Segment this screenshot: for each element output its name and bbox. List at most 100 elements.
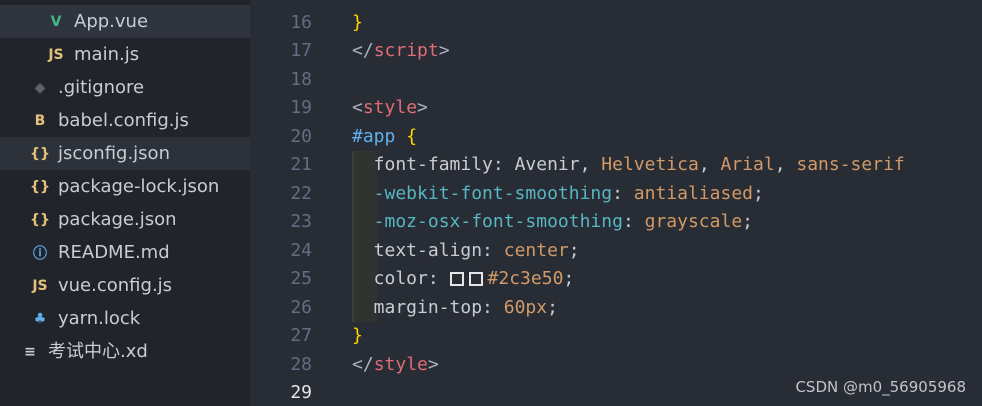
code-line: </style> [352,351,439,379]
file-name: package.json [58,209,177,230]
code-token: -webkit-font-smoothing [352,183,613,204]
file-item[interactable]: JS main.js [0,38,250,71]
file-item[interactable]: V App.vue [0,5,250,38]
file-name: README.md [58,242,170,263]
file-item[interactable]: ♣ yarn.lock [0,302,250,335]
line-number: 22 [290,183,312,204]
code-token: Helvetica [601,154,699,175]
file-item[interactable]: JS vue.config.js [0,269,250,302]
vue-icon: V [50,13,62,30]
code-token: , [698,154,721,175]
line-number-gutter: 16 17 18 19 20 21 22 23 24 25 26 27 28 29 [250,0,320,406]
code-token: Arial [720,154,775,175]
file-item[interactable]: {} package.json [0,203,250,236]
code-token: #app [352,126,396,147]
code-token: ; [547,297,558,318]
file-name: vue.config.js [58,275,173,296]
code-token: </ [352,40,374,61]
file-lines-icon: ≡ [24,343,36,360]
explorer-sidebar: V App.vue JS main.js ◆ .gitignore Bbabel.confi… [0,0,250,406]
code-token: sans-serif [796,154,905,175]
javascript-icon: JS [32,277,48,294]
watermark: CSDN @m0_56905968 [795,378,966,396]
code-token: </ [352,354,374,375]
babel-icon: B [34,112,46,129]
file-item[interactable]: {} package-lock.json [0,170,250,203]
file-item[interactable]: ⓘ README.md [0,236,250,269]
line-number: 18 [290,69,312,90]
file-name: .gitignore [58,77,145,98]
file-name: package-lock.json [58,176,220,197]
code-token: #2c3e50 [487,268,564,289]
code-token: grayscale [644,211,743,232]
json-icon: {} [30,211,50,228]
json-icon: {} [30,145,50,162]
code-token: > [438,40,450,61]
line-number: 17 [290,40,312,61]
javascript-icon: JS [48,46,64,63]
line-number: 16 [290,12,312,33]
code-token: antialiased [633,183,753,204]
code-line: -webkit-font-smoothing: antialiased; [352,180,764,208]
code-token: ; [563,268,575,289]
line-number: 23 [290,211,312,232]
code-token: margin-top [352,297,483,318]
line-number: 19 [290,97,312,118]
code-token: -moz-osx-font-smoothing [352,211,623,232]
line-number: 21 [290,154,312,175]
code-line: #app { [352,123,417,151]
code-line: } [352,322,363,350]
file-name: babel.config.js [58,110,189,131]
code-token: : Avenir, [492,154,602,175]
file-name: 考试中心.xd [48,341,148,362]
code-token: ; [742,211,754,232]
line-number: 24 [290,240,312,261]
code-token: 60px [503,297,548,318]
code-token: > [417,97,428,118]
code-editor[interactable]: 16 17 18 19 20 21 22 23 24 25 26 27 28 29 } </script> <… [250,0,982,406]
file-name: jsconfig.json [58,143,170,164]
git-icon: ◆ [34,79,46,96]
code-line: color: #2c3e50; [352,265,575,293]
yarn-icon: ♣ [33,310,47,327]
code-line: <style> [352,94,428,122]
code-token: : [482,297,504,318]
code-line: </script> [352,37,450,65]
code-line: -moz-osx-font-smoothing: grayscale; [352,208,753,236]
file-item[interactable]: Bbabel.config.js [0,104,250,137]
code-token: } [352,325,363,346]
color-swatch-icon [468,272,483,286]
line-number: 20 [290,126,312,147]
code-token: ; [568,240,580,261]
file-item[interactable]: ◆ .gitignore [0,71,250,104]
file-item[interactable]: {} jsconfig.json [0,137,250,170]
code-token: center [503,240,569,261]
code-token: ; [753,183,764,204]
code-token: { [406,126,418,147]
code-token: style [362,97,418,118]
code-token: style [373,354,428,375]
json-icon: {} [30,178,50,195]
code-token: script [373,40,439,61]
info-icon: ⓘ [33,245,47,262]
line-number: 28 [290,354,312,375]
code-token: color [352,268,428,289]
file-name: yarn.lock [58,308,141,329]
file-name: App.vue [74,11,149,32]
file-name: main.js [74,44,140,65]
code-token: : [427,268,450,289]
code-token: : [622,211,645,232]
file-item[interactable]: ≡ 考试中心.xd [0,335,250,368]
code-token: : [482,240,504,261]
code-token: > [427,354,439,375]
code-token: text-align [352,240,483,261]
code-token: } [352,12,363,33]
code-line: font-family: Avenir, Helvetica, Arial, s… [352,151,905,179]
color-swatch-icon [449,272,464,286]
code-token: < [352,97,363,118]
line-number: 26 [290,297,312,318]
code-token: font-family [352,154,493,175]
code-token: : [612,183,634,204]
code-line: } [352,9,363,37]
